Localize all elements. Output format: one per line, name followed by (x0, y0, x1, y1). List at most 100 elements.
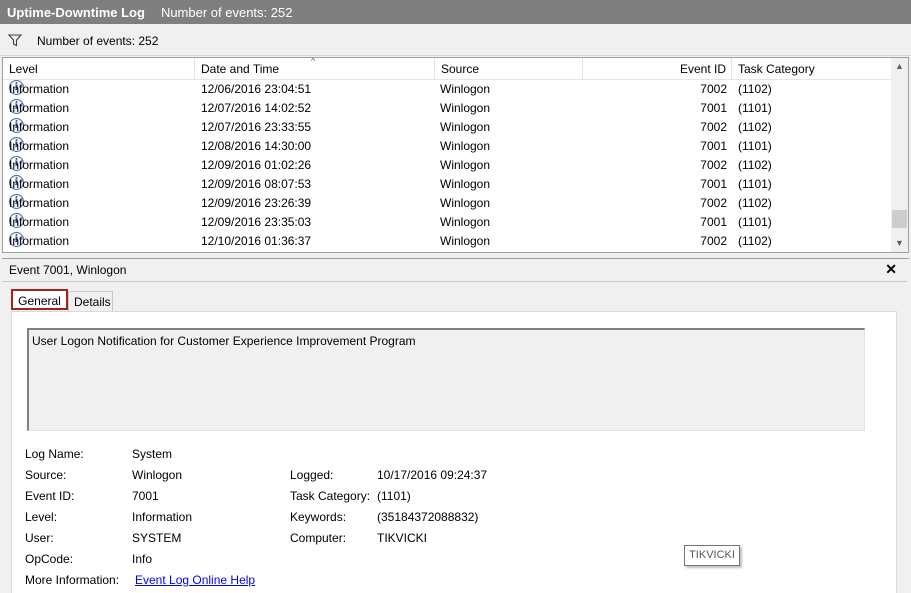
event-id-value: 7001 (132, 489, 159, 503)
event-id-label: Event ID: (25, 489, 75, 503)
row-date: 12/09/2016 01:02:26 (201, 158, 312, 172)
row-level: Information (9, 120, 70, 134)
row-source: Winlogon (440, 120, 491, 134)
row-category: (1102) (738, 196, 772, 210)
grid-header: Level Date and Time Source Event ID Task… (3, 58, 891, 80)
row-source: Winlogon (440, 215, 491, 229)
table-row[interactable]: i Information 12/09/2016 08:07:53 Winlogo… (3, 175, 891, 194)
row-event-id: 7002 (700, 234, 727, 248)
row-source: Winlogon (440, 177, 491, 191)
tab-general[interactable]: General (11, 289, 68, 310)
row-event-id: 7001 (700, 177, 727, 191)
row-level: Information (9, 101, 70, 115)
event-log-online-help-link[interactable]: Event Log Online Help (135, 573, 255, 587)
grid-rows: i Information 12/06/2016 23:04:51 Winlogo… (3, 80, 891, 251)
sort-arrow-icon: ^ (311, 57, 316, 66)
filter-bar: Number of events: 252 (0, 26, 911, 56)
row-source: Winlogon (440, 196, 491, 210)
more-information-label: More Information: (25, 573, 120, 587)
row-level: Information (9, 158, 70, 172)
table-row[interactable]: i Information 12/09/2016 01:02:26 Winlogo… (3, 156, 891, 175)
logged-label: Logged: (290, 468, 334, 482)
log-name-value: System (132, 447, 173, 461)
keywords-value: (35184372088832) (377, 510, 479, 524)
row-level: Information (9, 215, 70, 229)
divider (2, 281, 907, 282)
level-label: Level: (25, 510, 58, 524)
computer-label: Computer: (290, 531, 347, 545)
row-event-id: 7002 (700, 120, 727, 134)
row-level: Information (9, 139, 70, 153)
tab-details[interactable]: Details (68, 291, 113, 312)
row-date: 12/07/2016 23:33:55 (201, 120, 312, 134)
row-date: 12/10/2016 01:36:37 (201, 234, 312, 248)
computer-tooltip: TIKVICKI (684, 545, 740, 566)
source-value: Winlogon (132, 468, 183, 482)
user-value: SYSTEM (132, 531, 182, 545)
scroll-up-icon[interactable]: ▲ (891, 58, 908, 75)
row-source: Winlogon (440, 234, 491, 248)
grid-scrollbar[interactable]: ▲ ▼ (891, 58, 908, 252)
column-header-source[interactable]: Source (435, 58, 583, 80)
opcode-label: OpCode: (25, 552, 74, 566)
table-row[interactable]: i Information 12/09/2016 23:26:39 Winlogo… (3, 194, 891, 213)
row-category: (1101) (738, 215, 772, 229)
row-date: 12/09/2016 23:26:39 (201, 196, 312, 210)
row-event-id: 7002 (700, 82, 727, 96)
row-date: 12/08/2016 14:30:00 (201, 139, 312, 153)
task-category-value: (1101) (377, 489, 411, 503)
event-message-box[interactable]: User Logon Notification for Customer Exp… (27, 328, 865, 431)
row-category: (1101) (738, 139, 772, 153)
row-event-id: 7002 (700, 196, 727, 210)
row-level: Information (9, 234, 70, 248)
row-source: Winlogon (440, 139, 491, 153)
row-date: 12/07/2016 14:02:52 (201, 101, 312, 115)
row-level: Information (9, 177, 70, 191)
row-event-id: 7002 (700, 158, 727, 172)
table-row[interactable]: i Information 12/07/2016 23:33:55 Winlogo… (3, 118, 891, 137)
log-title: Uptime-Downtime Log (7, 4, 145, 20)
row-event-id: 7001 (700, 101, 727, 115)
task-category-label: Task Category: (290, 489, 371, 503)
row-level: Information (9, 82, 70, 96)
row-source: Winlogon (440, 158, 491, 172)
row-date: 12/09/2016 08:07:53 (201, 177, 312, 191)
scrollbar-thumb[interactable] (892, 210, 907, 228)
event-detail-pane: Event 7001, Winlogon ✕ General Details U… (2, 258, 909, 593)
user-label: User: (25, 531, 54, 545)
keywords-label: Keywords: (290, 510, 347, 524)
filter-icon[interactable] (8, 34, 22, 47)
level-value: Information (132, 510, 193, 524)
row-date: 12/06/2016 23:04:51 (201, 82, 312, 96)
logged-value: 10/17/2016 09:24:37 (377, 468, 488, 482)
events-grid[interactable]: Level Date and Time Source Event ID Task… (2, 57, 909, 253)
row-category: (1102) (738, 82, 772, 96)
row-event-id: 7001 (700, 139, 727, 153)
row-source: Winlogon (440, 101, 491, 115)
close-icon[interactable]: ✕ (885, 261, 897, 278)
title-bar: Uptime-Downtime Log Number of events: 25… (0, 0, 911, 24)
table-row[interactable]: i Information 12/09/2016 23:35:03 Winlogo… (3, 213, 891, 232)
column-header-level[interactable]: Level (3, 58, 195, 80)
row-event-id: 7001 (700, 215, 727, 229)
row-source: Winlogon (440, 82, 491, 96)
row-category: (1102) (738, 120, 772, 134)
table-row[interactable]: i Information 12/07/2016 14:02:52 Winlogo… (3, 99, 891, 118)
event-detail-title: Event 7001, Winlogon (9, 263, 127, 277)
general-tab-pane: User Logon Notification for Customer Exp… (11, 311, 897, 593)
source-label: Source: (25, 468, 67, 482)
table-row[interactable]: i Information 12/06/2016 23:04:51 Winlogo… (3, 80, 891, 99)
filter-count-label: Number of events: 252 (37, 33, 159, 48)
scroll-down-icon[interactable]: ▼ (891, 235, 908, 252)
row-date: 12/09/2016 23:35:03 (201, 215, 312, 229)
row-category: (1101) (738, 177, 772, 191)
column-header-task-category[interactable]: Task Category (732, 58, 891, 80)
log-name-label: Log Name: (25, 447, 84, 461)
event-count-title: Number of events: 252 (160, 4, 293, 20)
table-row[interactable]: i Information 12/10/2016 01:36:37 Winlogo… (3, 232, 891, 251)
row-category: (1102) (738, 158, 772, 172)
table-row[interactable]: i Information 12/08/2016 14:30:00 Winlogo… (3, 137, 891, 156)
opcode-value: Info (132, 552, 153, 566)
row-category: (1101) (738, 101, 772, 115)
column-header-event-id[interactable]: Event ID (583, 58, 732, 80)
